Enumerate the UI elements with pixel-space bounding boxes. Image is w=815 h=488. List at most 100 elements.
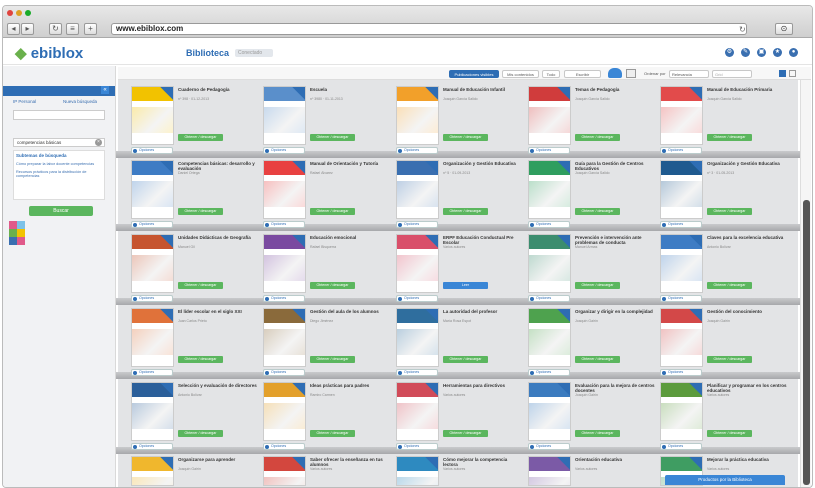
get-book-button[interactable]: Obtener / descargar — [178, 208, 223, 215]
book-title[interactable]: Unidades Didácticas de Geografía — [178, 235, 258, 245]
sidebar-link-new-search[interactable]: Nueva búsqueda — [63, 99, 97, 104]
search-clear-icon[interactable]: × — [95, 139, 102, 146]
settings-icon[interactable]: ⚙ — [725, 48, 734, 57]
options-button[interactable]: Opciones — [131, 221, 173, 228]
options-button[interactable]: Opciones — [528, 443, 570, 450]
address-bar[interactable]: www.ebiblox.com — [111, 23, 747, 35]
options-button[interactable]: Opciones — [131, 147, 173, 154]
get-book-button[interactable]: Obtener / descargar — [575, 208, 620, 215]
options-button[interactable]: Opciones — [131, 295, 173, 302]
book-title[interactable]: Ideas prácticas para padres — [310, 383, 390, 393]
zoom-window-icon[interactable] — [25, 10, 31, 16]
book-cover[interactable] — [660, 382, 703, 441]
book-title[interactable]: Mejorar la práctica educativa — [707, 457, 787, 467]
book-title[interactable]: Escuela — [310, 87, 390, 97]
get-book-button[interactable]: Obtener / descargar — [178, 134, 223, 141]
get-book-button[interactable]: Obtener / descargar — [310, 134, 355, 141]
sidebar-link-personal[interactable]: IP Personal — [13, 99, 36, 104]
filter-link-2[interactable]: Recursos prácticos para la distribución … — [16, 170, 102, 179]
options-button[interactable]: Opciones — [660, 369, 702, 376]
book-cover[interactable] — [660, 160, 703, 219]
get-book-button[interactable]: Leer — [443, 282, 488, 289]
list-view-icon[interactable] — [789, 70, 796, 77]
book-cover[interactable] — [528, 86, 571, 145]
book-cover[interactable] — [263, 308, 306, 367]
book-cover[interactable] — [263, 382, 306, 441]
user-icon[interactable]: ● — [789, 48, 798, 57]
get-book-button[interactable]: Obtener / descargar — [575, 282, 620, 289]
book-title[interactable]: Manual de Educación Primaria — [707, 87, 787, 97]
options-button[interactable]: Opciones — [660, 295, 702, 302]
book-cover[interactable] — [528, 308, 571, 367]
search-input[interactable]: competencias básicas — [13, 138, 105, 147]
book-cover[interactable] — [131, 456, 174, 486]
get-book-button[interactable]: Obtener / descargar — [310, 430, 355, 437]
options-button[interactable]: Opciones — [660, 221, 702, 228]
book-title[interactable]: Cómo mejorar la competencia lectora — [443, 457, 523, 467]
get-book-button[interactable]: Obtener / descargar — [178, 282, 223, 289]
tab-visible[interactable]: Publicaciones visibles — [449, 70, 499, 78]
book-title[interactable]: Organización y Gestión Educativa — [443, 161, 523, 171]
footer-button[interactable]: Productos por la Biblioteca — [665, 475, 785, 485]
options-button[interactable]: Opciones — [396, 369, 438, 376]
bookmarks-button[interactable]: ≡ — [66, 23, 79, 35]
book-cover[interactable] — [528, 456, 571, 486]
get-book-button[interactable]: Obtener / descargar — [575, 134, 620, 141]
get-book-button[interactable]: Obtener / descargar — [707, 430, 752, 437]
book-title[interactable]: Competencias básicas: desarrollo y evalu… — [178, 161, 258, 171]
get-book-button[interactable]: Obtener / descargar — [575, 430, 620, 437]
tab-mine[interactable]: Mis contenidos — [502, 70, 539, 78]
download-button[interactable]: ⊙ — [775, 23, 793, 35]
book-title[interactable]: El líder escolar en el siglo XXI — [178, 309, 258, 319]
book-title[interactable]: ERPF Educación Conductual Pre Escolar — [443, 235, 523, 245]
book-cover[interactable] — [263, 456, 306, 486]
reload-button[interactable]: ↻ — [49, 23, 62, 35]
options-button[interactable]: Opciones — [131, 443, 173, 450]
book-cover[interactable] — [263, 234, 306, 293]
book-cover[interactable] — [131, 86, 174, 145]
options-button[interactable]: Opciones — [528, 369, 570, 376]
logo[interactable]: ◆ ebiblox — [15, 44, 83, 62]
scrollbar-thumb[interactable] — [803, 200, 810, 485]
book-cover[interactable] — [528, 160, 571, 219]
cloud-icon[interactable] — [608, 68, 622, 78]
options-button[interactable]: Opciones — [263, 147, 305, 154]
book-cover[interactable] — [131, 160, 174, 219]
book-title[interactable]: Temas de Pedagogía — [575, 87, 655, 97]
options-button[interactable]: Opciones — [396, 221, 438, 228]
options-button[interactable]: Opciones — [660, 147, 702, 154]
book-title[interactable]: Organizar y dirigir en la complejidad — [575, 309, 655, 319]
close-window-icon[interactable] — [7, 10, 13, 16]
new-tab-button[interactable]: + — [84, 23, 97, 35]
options-button[interactable]: Opciones — [131, 369, 173, 376]
options-button[interactable]: Opciones — [528, 147, 570, 154]
sidebar-blank-field[interactable] — [13, 110, 105, 120]
search-button[interactable]: Buscar — [29, 206, 93, 216]
star-icon[interactable]: ★ — [773, 48, 782, 57]
get-book-button[interactable]: Obtener / descargar — [310, 356, 355, 363]
scrollbar[interactable] — [800, 80, 811, 487]
book-title[interactable]: Educación emocional — [310, 235, 390, 245]
minimize-window-icon[interactable] — [16, 10, 22, 16]
get-book-button[interactable]: Obtener / descargar — [443, 208, 488, 215]
get-book-button[interactable]: Obtener / descargar — [443, 356, 488, 363]
options-button[interactable]: Opciones — [263, 443, 305, 450]
get-book-button[interactable]: Obtener / descargar — [707, 282, 752, 289]
book-cover[interactable] — [528, 382, 571, 441]
refresh-icon[interactable]: ↻ — [739, 25, 746, 34]
get-book-button[interactable]: Obtener / descargar — [443, 430, 488, 437]
book-cover[interactable] — [396, 160, 439, 219]
options-button[interactable]: Opciones — [660, 443, 702, 450]
filter-input[interactable]: Escribir — [564, 70, 601, 78]
book-title[interactable]: Herramientas para directivos — [443, 383, 523, 393]
options-button[interactable]: Opciones — [263, 295, 305, 302]
book-cover[interactable] — [131, 308, 174, 367]
book-cover[interactable] — [263, 86, 306, 145]
book-cover[interactable] — [396, 382, 439, 441]
book-title[interactable]: Prevención e intervención ante problemas… — [575, 235, 655, 245]
options-button[interactable]: Opciones — [396, 147, 438, 154]
book-cover[interactable] — [396, 234, 439, 293]
book-title[interactable]: Claves para la excelencia educativa — [707, 235, 787, 245]
book-title[interactable]: Manual de Educación Infantil — [443, 87, 523, 97]
book-cover[interactable] — [660, 86, 703, 145]
